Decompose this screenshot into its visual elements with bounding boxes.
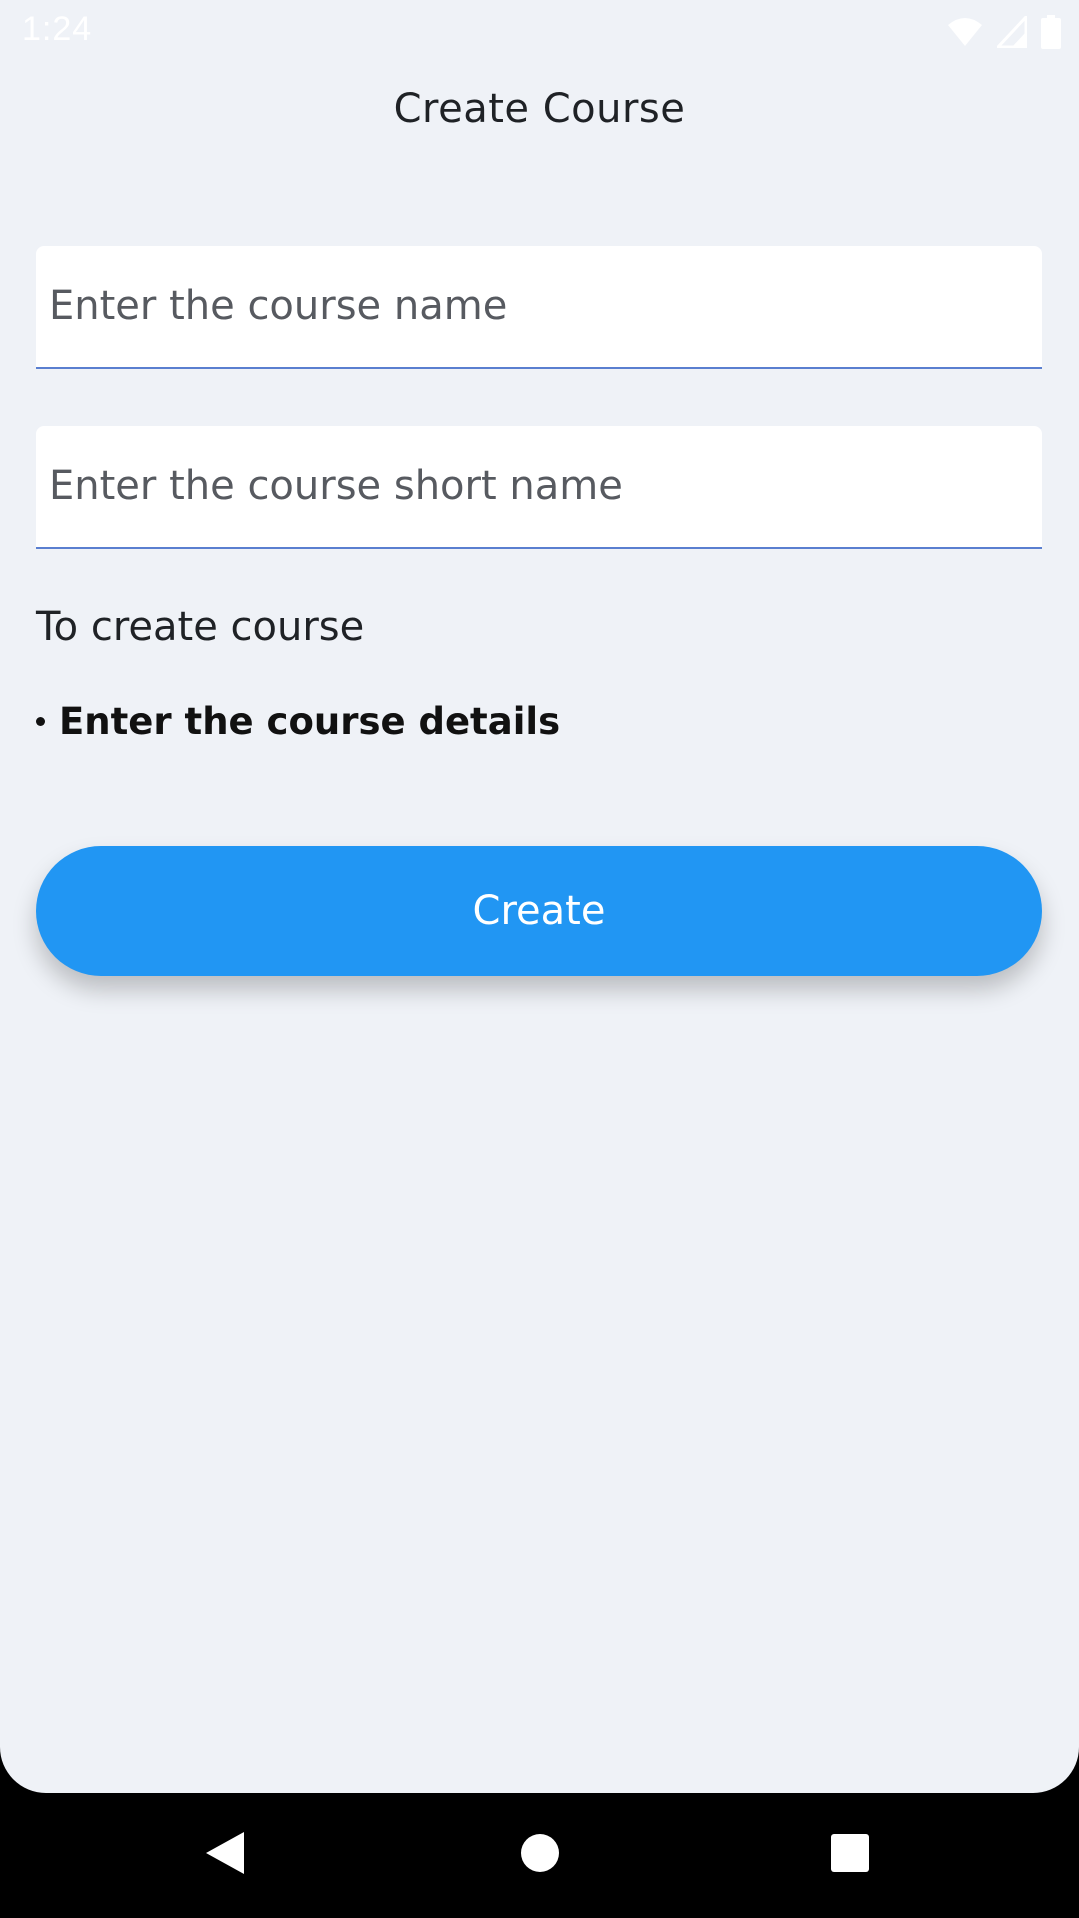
recents-icon — [830, 1833, 870, 1877]
instructions-heading: To create course — [36, 604, 365, 650]
create-button[interactable]: Create — [36, 846, 1042, 976]
recents-button[interactable] — [820, 1825, 880, 1885]
navigation-bar — [0, 1793, 1079, 1918]
course-short-name-input[interactable] — [49, 426, 1029, 546]
status-time: 1:24 — [22, 10, 93, 48]
course-short-name-field — [36, 426, 1042, 549]
course-name-input[interactable] — [49, 246, 1029, 366]
bullet-icon — [36, 717, 45, 726]
course-name-field — [36, 246, 1042, 369]
instruction-item: Enter the course details — [36, 700, 560, 743]
signal-icon — [997, 16, 1027, 48]
home-button[interactable] — [510, 1825, 570, 1885]
home-icon — [520, 1833, 560, 1877]
instruction-text: Enter the course details — [59, 700, 561, 743]
back-button[interactable] — [195, 1825, 255, 1885]
status-bar: 1:24 — [0, 0, 1079, 64]
battery-icon — [1041, 15, 1061, 49]
app-screen: 1:24 Create Course Enter the course name… — [0, 0, 1079, 1793]
wifi-icon — [947, 17, 983, 47]
status-icons — [947, 14, 1061, 50]
page-title: Create Course — [393, 86, 686, 132]
back-icon — [204, 1830, 246, 1880]
